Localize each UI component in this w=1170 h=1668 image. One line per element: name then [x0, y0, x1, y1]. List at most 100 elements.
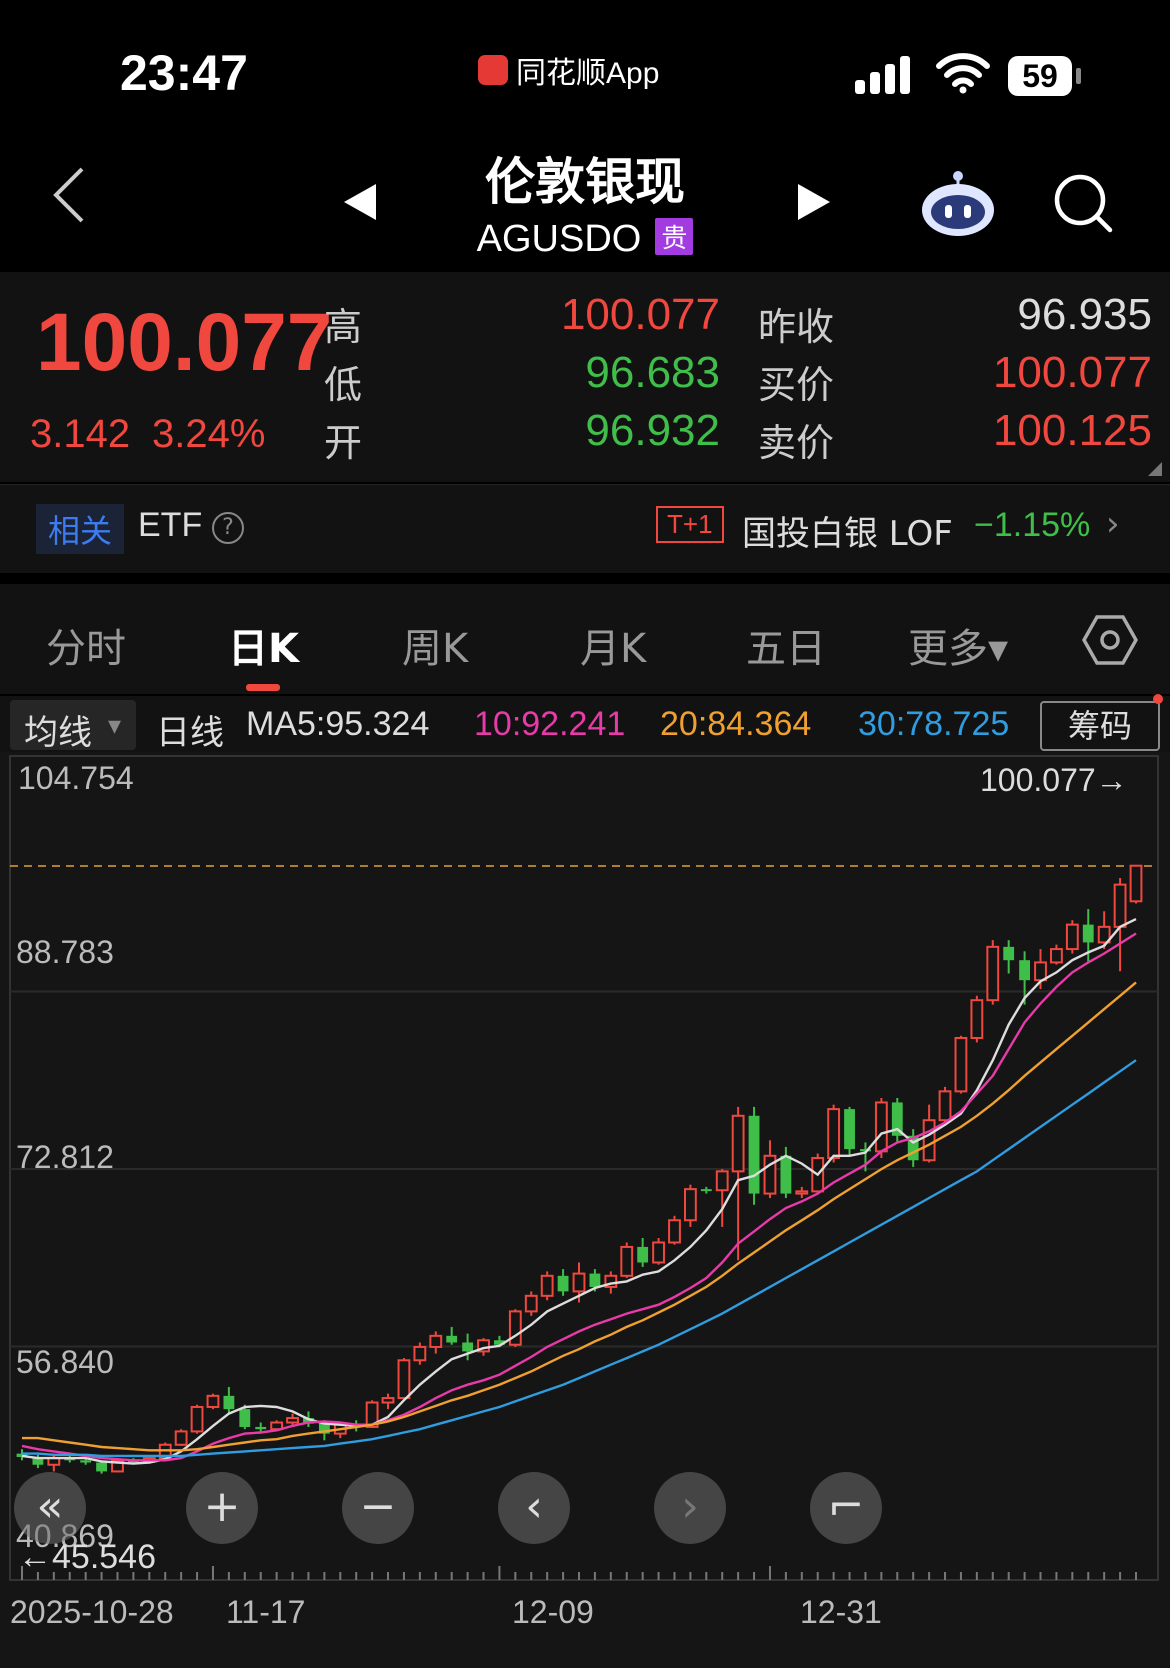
app-logo-icon [478, 55, 508, 85]
tab-intraday[interactable]: 分时 [46, 616, 126, 674]
candle-body [827, 1108, 841, 1160]
zoom-out-button[interactable]: − [342, 1472, 414, 1544]
ma20-value: 20:84.364 [660, 705, 812, 743]
y-tick-label: 56.840 [16, 1344, 114, 1380]
candle-body [524, 1294, 538, 1313]
candle-body [1050, 948, 1063, 964]
candle-body [557, 1275, 569, 1292]
app-name-label: 同花顺App [516, 57, 660, 90]
candle-body [731, 1114, 745, 1173]
tab-daily-k[interactable]: 日K [228, 616, 299, 674]
candle-body [970, 999, 984, 1039]
t1-badge: T+1 [656, 506, 724, 543]
x-tick-label: 12-31 [800, 1594, 882, 1630]
open-label: 开 [324, 421, 363, 465]
candle-body [922, 1119, 936, 1162]
search-icon[interactable] [1052, 172, 1116, 236]
candle-body [223, 1395, 235, 1410]
notification-dot [1153, 694, 1163, 704]
candle-body [844, 1109, 855, 1150]
candle-body [1034, 961, 1047, 982]
candle-body [589, 1273, 601, 1287]
ma-line-ma10 [21, 932, 1137, 1462]
candle-body [206, 1394, 220, 1408]
candle-body [413, 1345, 427, 1362]
prev-close-value: 96.935 [1017, 290, 1152, 339]
candle-body [1113, 883, 1127, 928]
candle-body [96, 1462, 107, 1472]
related-etf-label: ETF [138, 506, 203, 544]
battery-cap [1076, 68, 1081, 84]
robot-assistant-icon[interactable] [918, 168, 998, 238]
low-value: 96.683 [585, 348, 720, 397]
ask-value: 100.125 [992, 406, 1152, 455]
tab-weekly-k[interactable]: 周K [402, 616, 468, 674]
bid-label: 买价 [758, 363, 835, 407]
chevron-right-icon[interactable]: › [1106, 504, 1120, 544]
help-icon[interactable]: ? [212, 512, 244, 544]
ma-line-ma30 [22, 1059, 1137, 1458]
app-name: 同花顺App [478, 48, 659, 92]
candle-body [381, 1397, 395, 1404]
open-value: 96.932 [585, 406, 720, 455]
scroll-left-button[interactable]: ‹ [498, 1472, 570, 1544]
last-price-marker: 100.077→ [980, 762, 1128, 798]
x-tick-label: 12-09 [512, 1594, 594, 1630]
tab-monthly-k[interactable]: 月K [580, 616, 646, 674]
caret-down-icon: ▾ [108, 710, 122, 740]
high-value: 100.077 [560, 290, 720, 339]
candle-body [1129, 864, 1143, 903]
candle-body [715, 1170, 729, 1192]
price-change: 3.142 [30, 412, 131, 456]
candle-body [190, 1405, 204, 1433]
x-tick-label: 2025-10-28 [10, 1594, 174, 1630]
candle-body [446, 1335, 458, 1343]
scroll-to-start-button[interactable]: « [14, 1472, 86, 1544]
chips-button[interactable]: 筹码 [1040, 701, 1160, 751]
candle-body [1019, 960, 1031, 981]
candle-body [954, 1036, 968, 1093]
ma5-value: MA5:95.324 [246, 705, 430, 743]
next-triangle-icon[interactable] [796, 182, 832, 222]
related-tag: 相关 [36, 504, 125, 554]
candle-body [748, 1115, 760, 1194]
low-label: 低 [324, 363, 363, 407]
ask-label: 卖价 [758, 421, 835, 465]
zoom-in-button[interactable]: + [186, 1472, 258, 1544]
tab-five-day[interactable]: 五日 [746, 616, 826, 674]
expand-corner-icon[interactable] [1148, 462, 1162, 476]
y-tick-label: 104.754 [18, 760, 134, 796]
candle-body [397, 1359, 411, 1400]
candle-body [700, 1189, 712, 1192]
candle-body [508, 1310, 522, 1346]
candle-body [239, 1409, 251, 1427]
instrument-code-label: AGUSDO [476, 218, 642, 260]
last-price: 100.077 [36, 297, 333, 388]
ma10-value: 10:92.241 [474, 705, 626, 743]
candle-body [795, 1190, 809, 1195]
candle-body [668, 1219, 681, 1244]
tab-more[interactable]: 更多▾ [908, 616, 1008, 674]
prev-close-label: 昨收 [758, 305, 835, 349]
signal-icon [855, 56, 910, 94]
wifi-icon [936, 53, 990, 94]
status-time: 23:47 [120, 45, 248, 101]
related-fund-name[interactable]: 国投白银 LOF [742, 506, 953, 555]
settings-hexagon-icon[interactable] [1082, 614, 1138, 666]
candle-body [1065, 923, 1079, 951]
fullscreen-button[interactable]: ⌐ [810, 1472, 882, 1544]
scroll-right-button[interactable]: › [654, 1472, 726, 1544]
candle-body [780, 1155, 792, 1194]
bid-value: 100.077 [992, 348, 1152, 397]
candle-body [540, 1274, 554, 1297]
battery-level: 59 [1008, 56, 1072, 96]
candle-body [572, 1272, 586, 1293]
kline-chart[interactable] [0, 752, 1170, 1668]
related-fund-pct: −1.15% [974, 506, 1091, 544]
candle-body [80, 1460, 92, 1463]
ma-line-ma20 [22, 981, 1137, 1452]
candle-body [620, 1245, 634, 1277]
ma-line-ma5 [21, 918, 1137, 1465]
candle-body [429, 1334, 443, 1348]
candle-body [1082, 924, 1094, 943]
